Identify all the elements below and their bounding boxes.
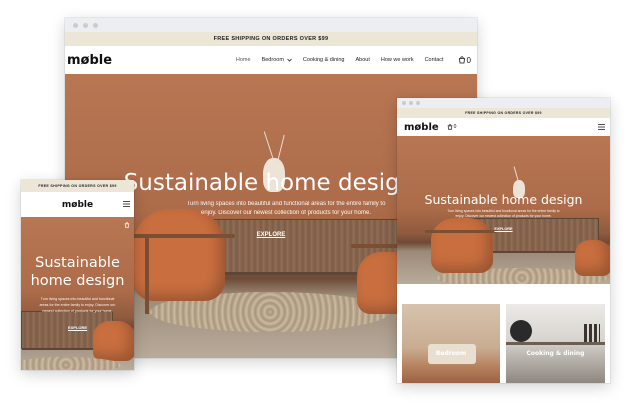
shelf-image <box>506 342 605 345</box>
hero-title-line1: Sustainable <box>35 255 120 271</box>
cart-count: 0 <box>453 124 457 130</box>
branch-image <box>263 131 274 161</box>
category-tile-bedroom[interactable]: Bedroom <box>402 304 500 383</box>
explore-link[interactable]: EXPLORE <box>21 325 134 330</box>
window-dot <box>409 101 413 105</box>
hero-section: Sustainable home design Turn living spac… <box>397 136 610 284</box>
window-dot <box>416 101 420 105</box>
nav-home[interactable]: Home <box>236 57 251 63</box>
browser-chrome <box>397 98 610 108</box>
nav-bedroom-label: Bedroom <box>261 57 284 63</box>
hamburger-menu-icon[interactable] <box>598 124 605 130</box>
hero-section: Sustainable home design Turn living spac… <box>21 217 134 370</box>
site-logo[interactable]: møble <box>62 200 93 210</box>
site-header: møble <box>21 192 134 217</box>
window-dot <box>402 101 406 105</box>
hero-title-line2: home design <box>30 273 125 289</box>
site-logo[interactable]: møble <box>67 53 112 68</box>
chevron-down-icon <box>287 58 292 62</box>
hero-subtitle-line1: Turn living spaces into beautiful and fu… <box>447 209 560 213</box>
shopping-bag-icon[interactable] <box>124 222 130 228</box>
pot-image <box>510 320 532 342</box>
browser-chrome <box>65 18 477 32</box>
category-tile-cooking-dining[interactable]: Cooking & dining <box>506 304 605 383</box>
window-dot <box>73 22 78 28</box>
site-header: møble Home Bedroom Cooking & dining Abou… <box>65 46 477 74</box>
hamburger-menu-icon[interactable] <box>123 201 130 207</box>
nav-how-we-work[interactable]: How we work <box>381 57 414 63</box>
chair-leg <box>145 234 149 314</box>
shopping-bag-icon <box>458 56 465 64</box>
nav-cooking-dining[interactable]: Cooking & dining <box>303 57 345 63</box>
window-dot <box>83 22 88 28</box>
cart-button[interactable]: 0 <box>447 124 457 130</box>
hero-subtitle-line2: areas for the entire family to enjoy. Di… <box>39 303 116 307</box>
site-header: møble 0 <box>397 118 610 136</box>
category-tile-label: Cooking & dining <box>526 350 585 357</box>
site-logo[interactable]: møble <box>404 122 439 133</box>
nav-contact[interactable]: Contact <box>425 57 444 63</box>
mobile-device: FREE SHIPPING ON ORDERS OVER $99 møble S… <box>21 180 134 370</box>
shipping-banner: FREE SHIPPING ON ORDERS OVER $99 <box>397 108 610 118</box>
cart-button[interactable]: 0 <box>458 56 471 65</box>
shopping-bag-icon <box>447 124 452 130</box>
category-tile-label: Bedroom <box>435 350 467 357</box>
tablet-browser-window: FREE SHIPPING ON ORDERS OVER $99 møble 0… <box>397 98 610 383</box>
hero-title: Sustainable home design <box>424 192 583 207</box>
armchair-image <box>575 240 610 276</box>
rug-image <box>21 357 121 370</box>
hero-subtitle-line2: enjoy. Discover our newest collection of… <box>455 214 552 218</box>
nav-bedroom[interactable]: Bedroom <box>262 57 292 63</box>
hero-subtitle-line1: Turn living spaces into beautiful and fu… <box>40 297 115 301</box>
hero-subtitle-line3: newest collection of products for your h… <box>42 309 113 313</box>
cart-count: 0 <box>466 55 471 65</box>
shipping-banner: FREE SHIPPING ON ORDERS OVER $99 <box>21 180 134 192</box>
main-nav: Home Bedroom Cooking & dining About How … <box>236 57 444 63</box>
shipping-banner: FREE SHIPPING ON ORDERS OVER $99 <box>65 32 477 46</box>
nav-about[interactable]: About <box>356 57 370 63</box>
bottles-image <box>584 324 600 342</box>
branch-image <box>277 134 285 163</box>
explore-link[interactable]: EXPLORE <box>397 227 610 231</box>
window-dot <box>93 22 98 28</box>
